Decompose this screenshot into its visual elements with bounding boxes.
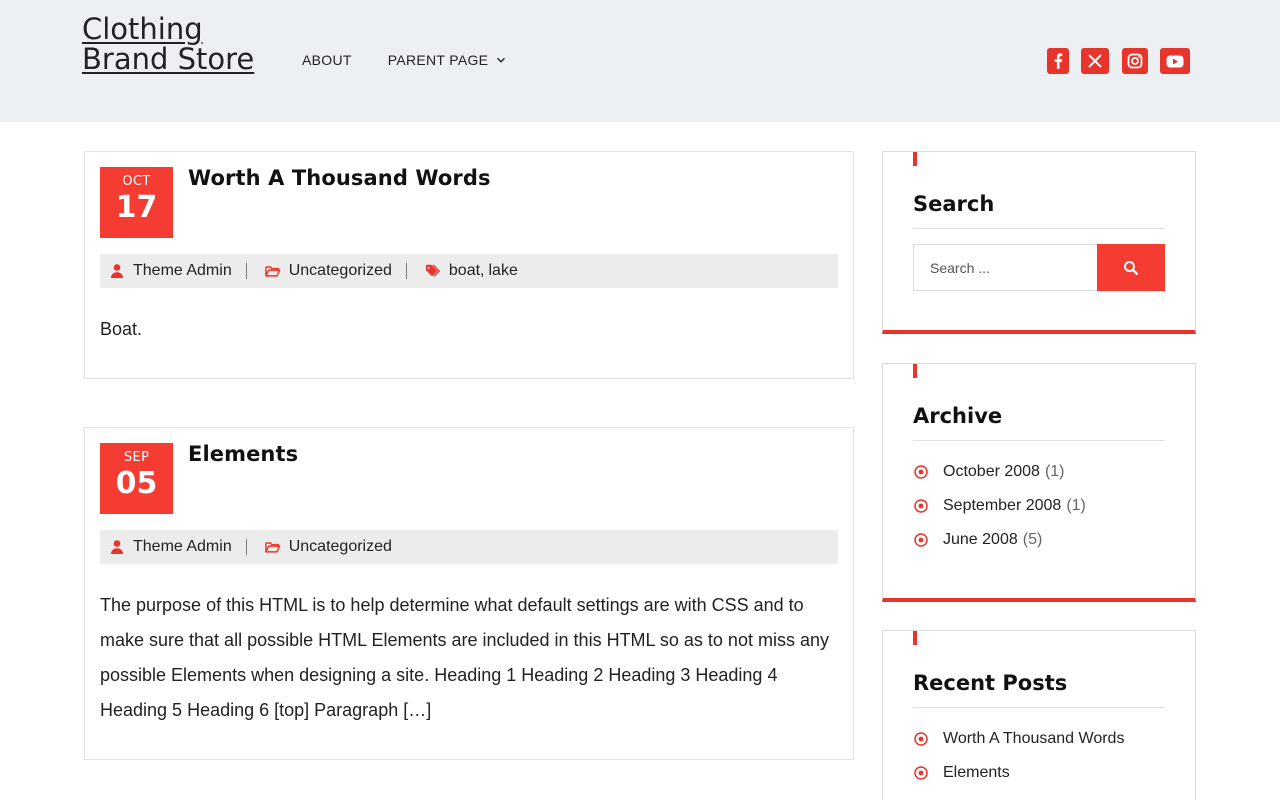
archive-count: (1) xyxy=(1066,497,1086,514)
site-header: Clothing Brand Store ABOUT PARENT PAGE xyxy=(0,0,1280,122)
post-category-link[interactable]: Uncategorized xyxy=(289,262,392,280)
dot-circle-icon xyxy=(914,766,928,780)
post-author-link[interactable]: Theme Admin xyxy=(133,262,232,280)
recent-post-item: Elements xyxy=(913,764,1010,782)
tags-icon xyxy=(425,264,440,277)
dot-circle-icon xyxy=(914,499,928,513)
dot-circle-icon xyxy=(914,732,928,746)
nav-item-about[interactable]: ABOUT xyxy=(302,52,352,68)
youtube-icon xyxy=(1166,55,1184,67)
archive-widget: Archive October 2008 (1) September 2008 … xyxy=(882,363,1196,602)
main-navigation: ABOUT PARENT PAGE xyxy=(302,52,506,68)
archive-item: October 2008 (1) xyxy=(913,463,1065,481)
recent-post-item: Worth A Thousand Words xyxy=(913,730,1124,748)
widget-divider xyxy=(913,440,1165,441)
recent-post-link[interactable]: Elements xyxy=(943,764,1010,782)
post-date-badge: SEP 05 xyxy=(100,443,173,514)
post-excerpt: The purpose of this HTML is to help dete… xyxy=(100,595,829,720)
post-date-badge: OCT 17 xyxy=(100,167,173,238)
post-tag-link[interactable]: lake xyxy=(488,262,517,280)
tag-separator: , xyxy=(480,262,485,279)
post-date-day: 05 xyxy=(115,466,158,501)
widget-accent-mark xyxy=(913,631,917,645)
widget-title: Archive xyxy=(913,404,1003,428)
archive-count: (1) xyxy=(1044,463,1065,480)
youtube-link[interactable] xyxy=(1160,48,1190,74)
post-card: OCT 17 Worth A Thousand Words Theme Admi… xyxy=(84,151,854,379)
post-tag-link[interactable]: boat xyxy=(449,262,480,280)
folder-open-icon xyxy=(264,266,281,277)
nav-item-label: ABOUT xyxy=(302,52,352,68)
post-category-link[interactable]: Uncategorized xyxy=(289,538,392,556)
x-twitter-link[interactable] xyxy=(1081,48,1109,74)
post-card: SEP 05 Elements Theme Admin Uncategorize… xyxy=(84,427,854,760)
search-widget: Search xyxy=(882,151,1196,334)
widget-divider xyxy=(913,228,1165,229)
archive-link[interactable]: October 2008 xyxy=(943,463,1040,481)
facebook-icon xyxy=(1054,53,1063,69)
recent-posts-widget: Recent Posts Worth A Thousand Words Elem… xyxy=(882,630,1196,800)
meta-divider xyxy=(245,539,247,555)
widget-divider xyxy=(913,707,1165,708)
post-date-day: 17 xyxy=(115,190,158,225)
search-button[interactable] xyxy=(1097,244,1165,291)
nav-item-label: PARENT PAGE xyxy=(387,52,489,68)
widget-accent-mark xyxy=(913,364,917,378)
post-excerpt: Boat. xyxy=(100,319,143,339)
post-meta: Theme Admin Uncategorized boat, lake xyxy=(100,254,838,288)
search-icon xyxy=(1124,260,1139,275)
search-input[interactable] xyxy=(913,244,1098,291)
meta-divider xyxy=(405,263,407,279)
widget-title: Recent Posts xyxy=(913,671,1068,695)
archive-count: (5) xyxy=(1022,531,1043,548)
meta-divider xyxy=(245,263,247,279)
widget-accent-mark xyxy=(913,152,917,166)
user-icon xyxy=(111,264,123,278)
facebook-link[interactable] xyxy=(1047,48,1069,74)
dot-circle-icon xyxy=(914,465,928,479)
archive-link[interactable]: September 2008 xyxy=(943,497,1061,515)
post-meta: Theme Admin Uncategorized xyxy=(100,530,838,564)
post-title[interactable]: Worth A Thousand Words xyxy=(188,166,491,190)
archive-item: June 2008 (5) xyxy=(913,531,1042,549)
widget-title: Search xyxy=(913,192,995,216)
recent-post-link[interactable]: Worth A Thousand Words xyxy=(943,730,1124,748)
archive-item: September 2008 (1) xyxy=(913,497,1086,515)
nav-item-parent-page[interactable]: PARENT PAGE xyxy=(388,52,507,68)
site-title[interactable]: Clothing Brand Store xyxy=(82,14,262,74)
post-date-month: SEP xyxy=(123,450,150,465)
instagram-icon xyxy=(1127,53,1143,69)
user-icon xyxy=(111,540,123,554)
dot-circle-icon xyxy=(914,533,928,547)
post-date-month: OCT xyxy=(122,174,151,189)
archive-link[interactable]: June 2008 xyxy=(943,531,1018,549)
x-twitter-icon xyxy=(1088,54,1102,68)
chevron-down-icon xyxy=(497,57,506,63)
instagram-link[interactable] xyxy=(1122,48,1148,74)
post-author-link[interactable]: Theme Admin xyxy=(133,538,232,556)
folder-open-icon xyxy=(264,542,281,553)
post-title[interactable]: Elements xyxy=(188,442,298,466)
